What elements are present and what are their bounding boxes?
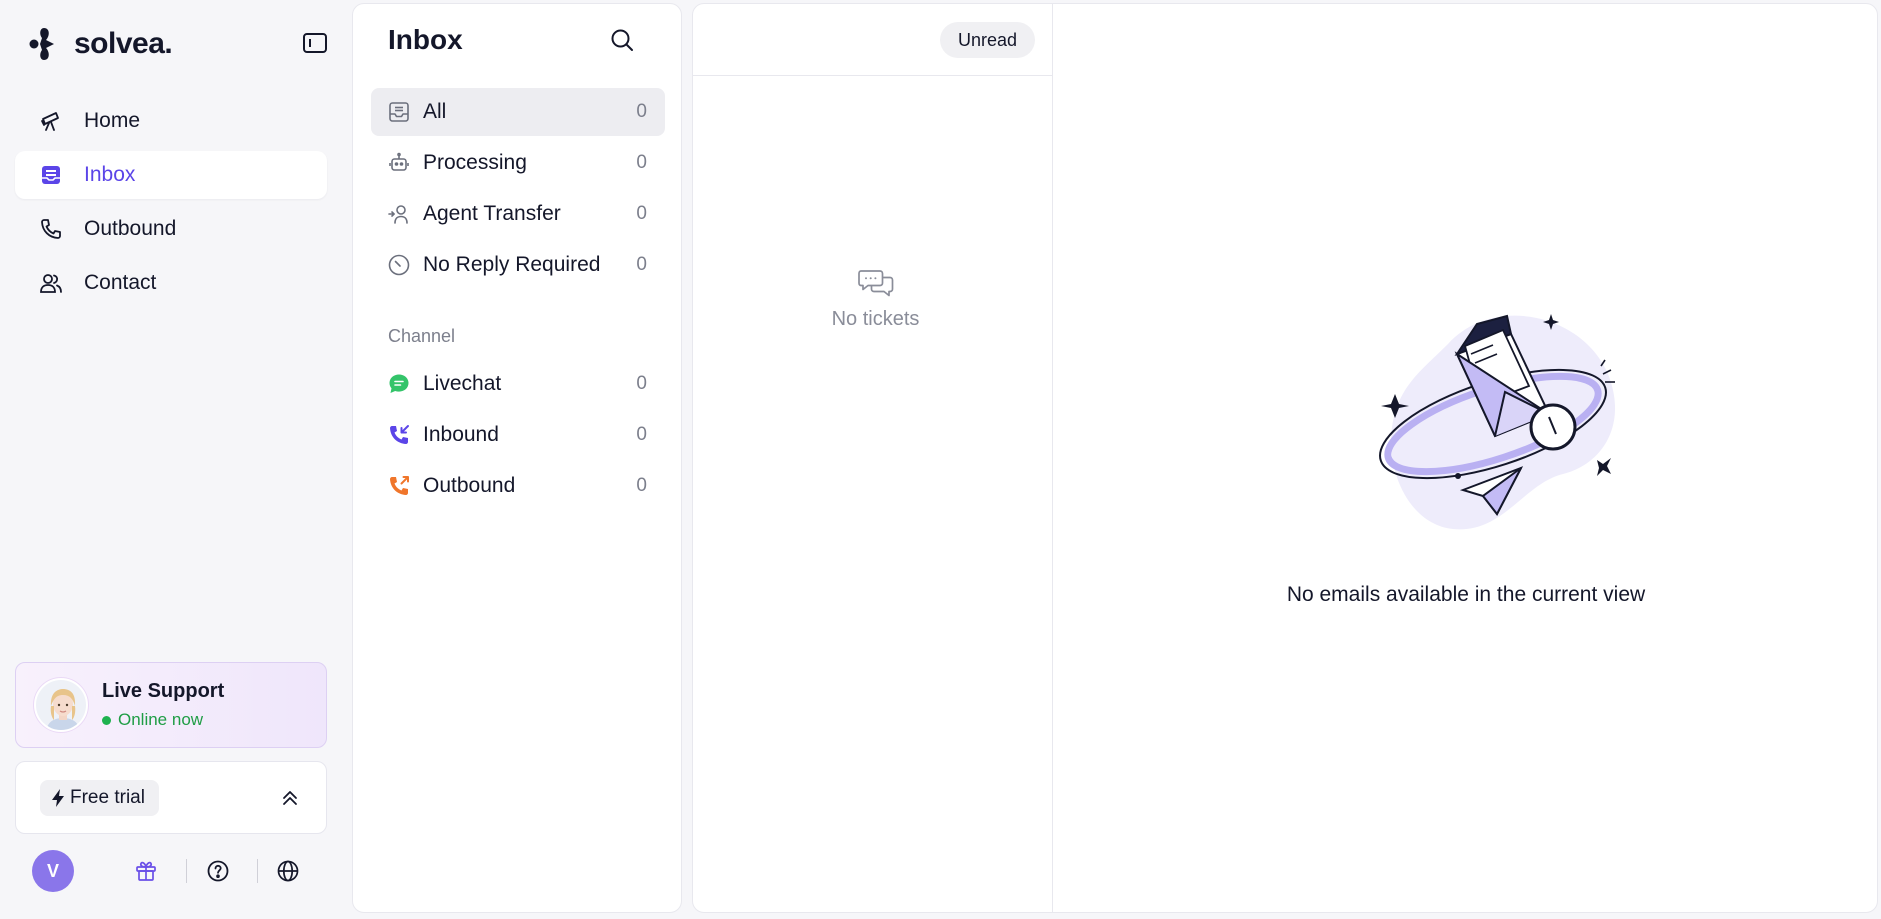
online-status-text: Online now	[118, 710, 204, 729]
search-icon[interactable]	[609, 27, 635, 53]
empty-state-text: No emails available in the current view	[1286, 583, 1646, 606]
folder-count: 0	[636, 203, 647, 224]
email-detail-area: No emails available in the current view	[1053, 4, 1877, 912]
users-icon	[38, 270, 64, 296]
folder-label: All	[423, 100, 447, 123]
unread-filter-button[interactable]: Unread	[939, 22, 1035, 58]
folder-label: No Reply Required	[423, 253, 601, 276]
nav-item-home[interactable]: Home	[15, 97, 327, 145]
folder-count: 0	[636, 254, 647, 275]
no-tickets-text: No tickets	[831, 308, 920, 330]
sidebar-footer: V	[32, 850, 312, 892]
livechat-icon	[387, 372, 411, 396]
ticket-panel: Unread No tickets No emails available in…	[692, 3, 1878, 913]
folder-label: Agent Transfer	[423, 202, 561, 225]
phone-icon	[38, 216, 64, 242]
trial-card: Free trial	[15, 761, 327, 834]
empty-mail-illustration	[1353, 294, 1633, 554]
inbox-title: Inbox	[388, 24, 463, 55]
channel-livechat[interactable]: Livechat 0	[371, 360, 665, 408]
channel-count: 0	[636, 373, 647, 394]
inbox-icon	[38, 162, 64, 188]
chevrons-up-icon[interactable]	[280, 788, 300, 808]
nav-item-label: Contact	[84, 271, 157, 294]
no-tickets-state: No tickets	[693, 268, 1058, 331]
telescope-icon	[38, 108, 64, 134]
channel-count: 0	[636, 475, 647, 496]
globe-icon[interactable]	[276, 859, 300, 883]
channel-section-label: Channel	[388, 326, 456, 346]
support-agent-avatar	[34, 678, 88, 732]
folder-list: All 0 Processing 0 Agent Transfer 0 No R…	[371, 88, 665, 292]
inbound-call-icon	[387, 423, 411, 447]
folder-label: Processing	[423, 151, 527, 174]
help-icon[interactable]	[206, 859, 230, 883]
nav-item-contact[interactable]: Contact	[15, 259, 327, 307]
channel-label: Outbound	[423, 474, 516, 497]
chat-bubbles-icon	[857, 270, 893, 297]
channel-label: Livechat	[423, 372, 502, 395]
online-dot-icon	[102, 715, 111, 725]
lightning-icon	[52, 789, 64, 807]
nav-item-label: Inbox	[84, 163, 136, 186]
folder-count: 0	[636, 101, 647, 122]
sidebar-toggle-icon	[303, 33, 327, 53]
agent-transfer-icon	[387, 202, 411, 226]
nav-item-outbound[interactable]: Outbound	[15, 205, 327, 253]
sidebar: solvea. Home Inbox Outbound Contact Live…	[0, 0, 352, 919]
logo-icon	[29, 28, 54, 60]
channel-label: Inbound	[423, 423, 499, 446]
inbox-panel: Inbox All 0 Processing 0 Agent Transfer …	[352, 3, 682, 913]
outbound-call-icon	[387, 474, 411, 498]
folder-agent-transfer[interactable]: Agent Transfer 0	[371, 190, 665, 238]
robot-icon	[387, 151, 411, 175]
folder-processing[interactable]: Processing 0	[371, 139, 665, 187]
divider	[257, 859, 258, 883]
channel-count: 0	[636, 424, 647, 445]
ticket-list-header: Unread	[693, 4, 1053, 76]
folder-all[interactable]: All 0	[371, 88, 665, 136]
live-support-card[interactable]: Live Support Online now	[15, 662, 327, 748]
user-avatar[interactable]: V	[32, 850, 74, 892]
online-status: Online now	[102, 710, 224, 730]
ticket-list: Unread No tickets	[693, 4, 1053, 912]
nav-item-inbox[interactable]: Inbox	[15, 151, 327, 199]
support-title: Live Support	[102, 680, 225, 702]
divider	[186, 859, 187, 883]
gift-icon[interactable]	[134, 859, 158, 883]
nav-item-label: Home	[84, 109, 141, 132]
inbox-tray-icon	[387, 100, 411, 124]
brand-logo[interactable]: solvea.	[28, 24, 328, 64]
free-trial-button[interactable]: Free trial	[40, 780, 159, 816]
main-nav: Home Inbox Outbound Contact	[15, 97, 327, 313]
channel-list: Livechat 0 Inbound 0 Outbound 0	[371, 360, 665, 513]
nav-item-label: Outbound	[84, 217, 177, 240]
folder-count: 0	[636, 152, 647, 173]
free-trial-label: Free trial	[70, 787, 145, 808]
channel-outbound[interactable]: Outbound 0	[371, 462, 665, 510]
no-reply-icon	[387, 253, 411, 277]
collapse-sidebar-button[interactable]	[302, 32, 328, 54]
brand-name: solvea.	[74, 27, 173, 60]
channel-inbound[interactable]: Inbound 0	[371, 411, 665, 459]
folder-no-reply-required[interactable]: No Reply Required 0	[371, 241, 665, 289]
